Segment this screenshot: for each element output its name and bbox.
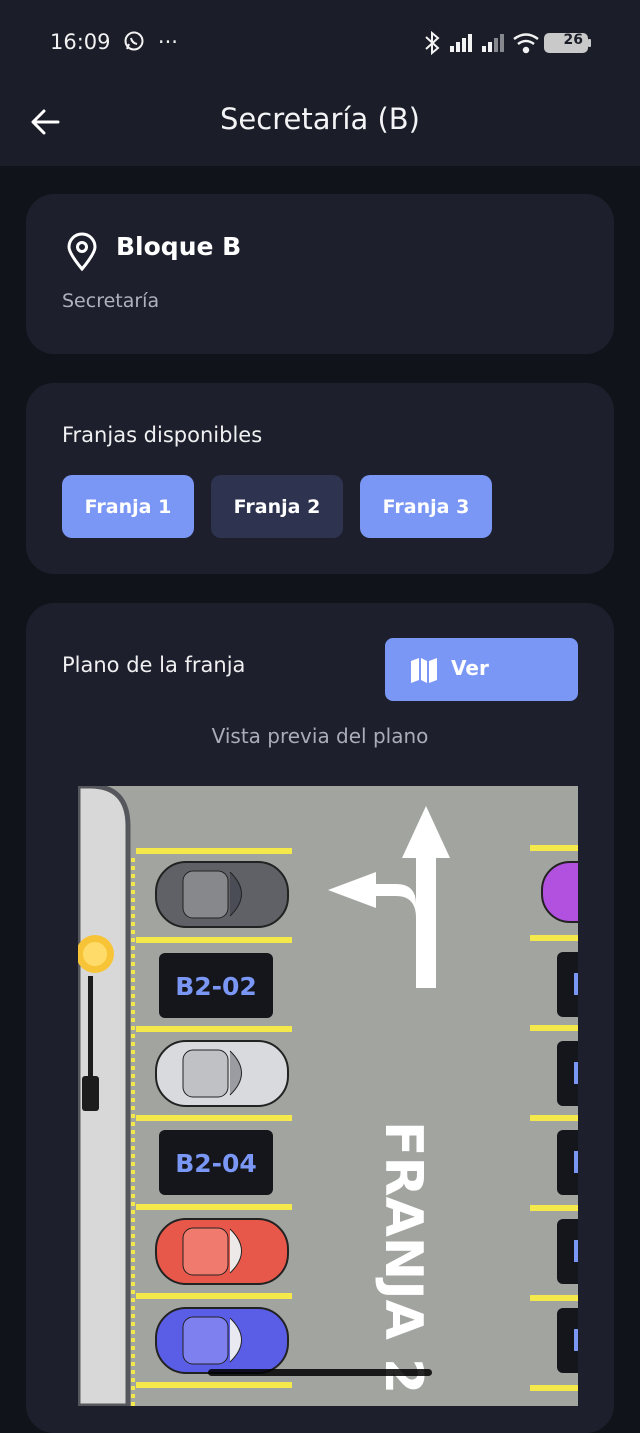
plano-card: Plano de la franja Ver Vista previa del … [26,603,614,1433]
chip-franja-3[interactable]: Franja 3 [360,475,492,538]
car-1-icon [155,861,289,928]
plano-title: Plano de la franja [62,653,246,677]
car-3-icon [155,1040,289,1107]
whatsapp-icon [124,31,144,51]
franjas-title: Franjas disponibles [62,423,263,447]
ver-button-label: Ver [451,656,489,680]
spot-b2-02: B2-02 [159,953,273,1018]
car-6-icon [155,1307,289,1374]
app-bar: Secretaría (B) [0,80,640,166]
bluetooth-icon [425,30,440,56]
location-subtitle: Secretaría [62,290,160,312]
preview-label: Vista previa del plano [211,724,429,748]
spot-label-b2-02: B2-02 [175,972,257,1001]
signal-icon-2 [482,34,504,52]
location-title: Bloque B [116,232,242,261]
more-notifications-icon: ··· [157,30,178,54]
wifi-icon [513,33,539,54]
ver-button[interactable]: Ver [385,638,578,701]
location-pin-icon [67,232,97,272]
map-icon [411,658,437,683]
page-title: Secretaría (B) [220,102,420,136]
chip-franja-2[interactable]: Franja 2 [211,475,343,538]
parking-map: B2-02 B2-04 FRANJA 2 [78,786,578,1406]
parking-map-drawing: B2-02 B2-04 FRANJA 2 [78,786,578,1406]
chip-franja-1[interactable]: Franja 1 [62,475,194,538]
franjas-card: Franjas disponibles Franja 1 Franja 2 Fr… [26,383,614,574]
spot-b2-04: B2-04 [159,1130,273,1195]
home-indicator[interactable] [208,1369,432,1376]
status-time: 16:09 ··· [50,30,178,54]
car-5-icon [155,1218,289,1285]
status-time-text: 16:09 [50,30,111,54]
status-bar: 16:09 ··· 26 [0,0,640,80]
battery-level: 26 [563,32,583,48]
spot-label-b2-04: B2-04 [175,1149,257,1178]
signal-icon-1 [450,34,472,52]
lane-label: FRANJA 2 [373,1121,433,1394]
location-card: Bloque B Secretaría [26,194,614,354]
